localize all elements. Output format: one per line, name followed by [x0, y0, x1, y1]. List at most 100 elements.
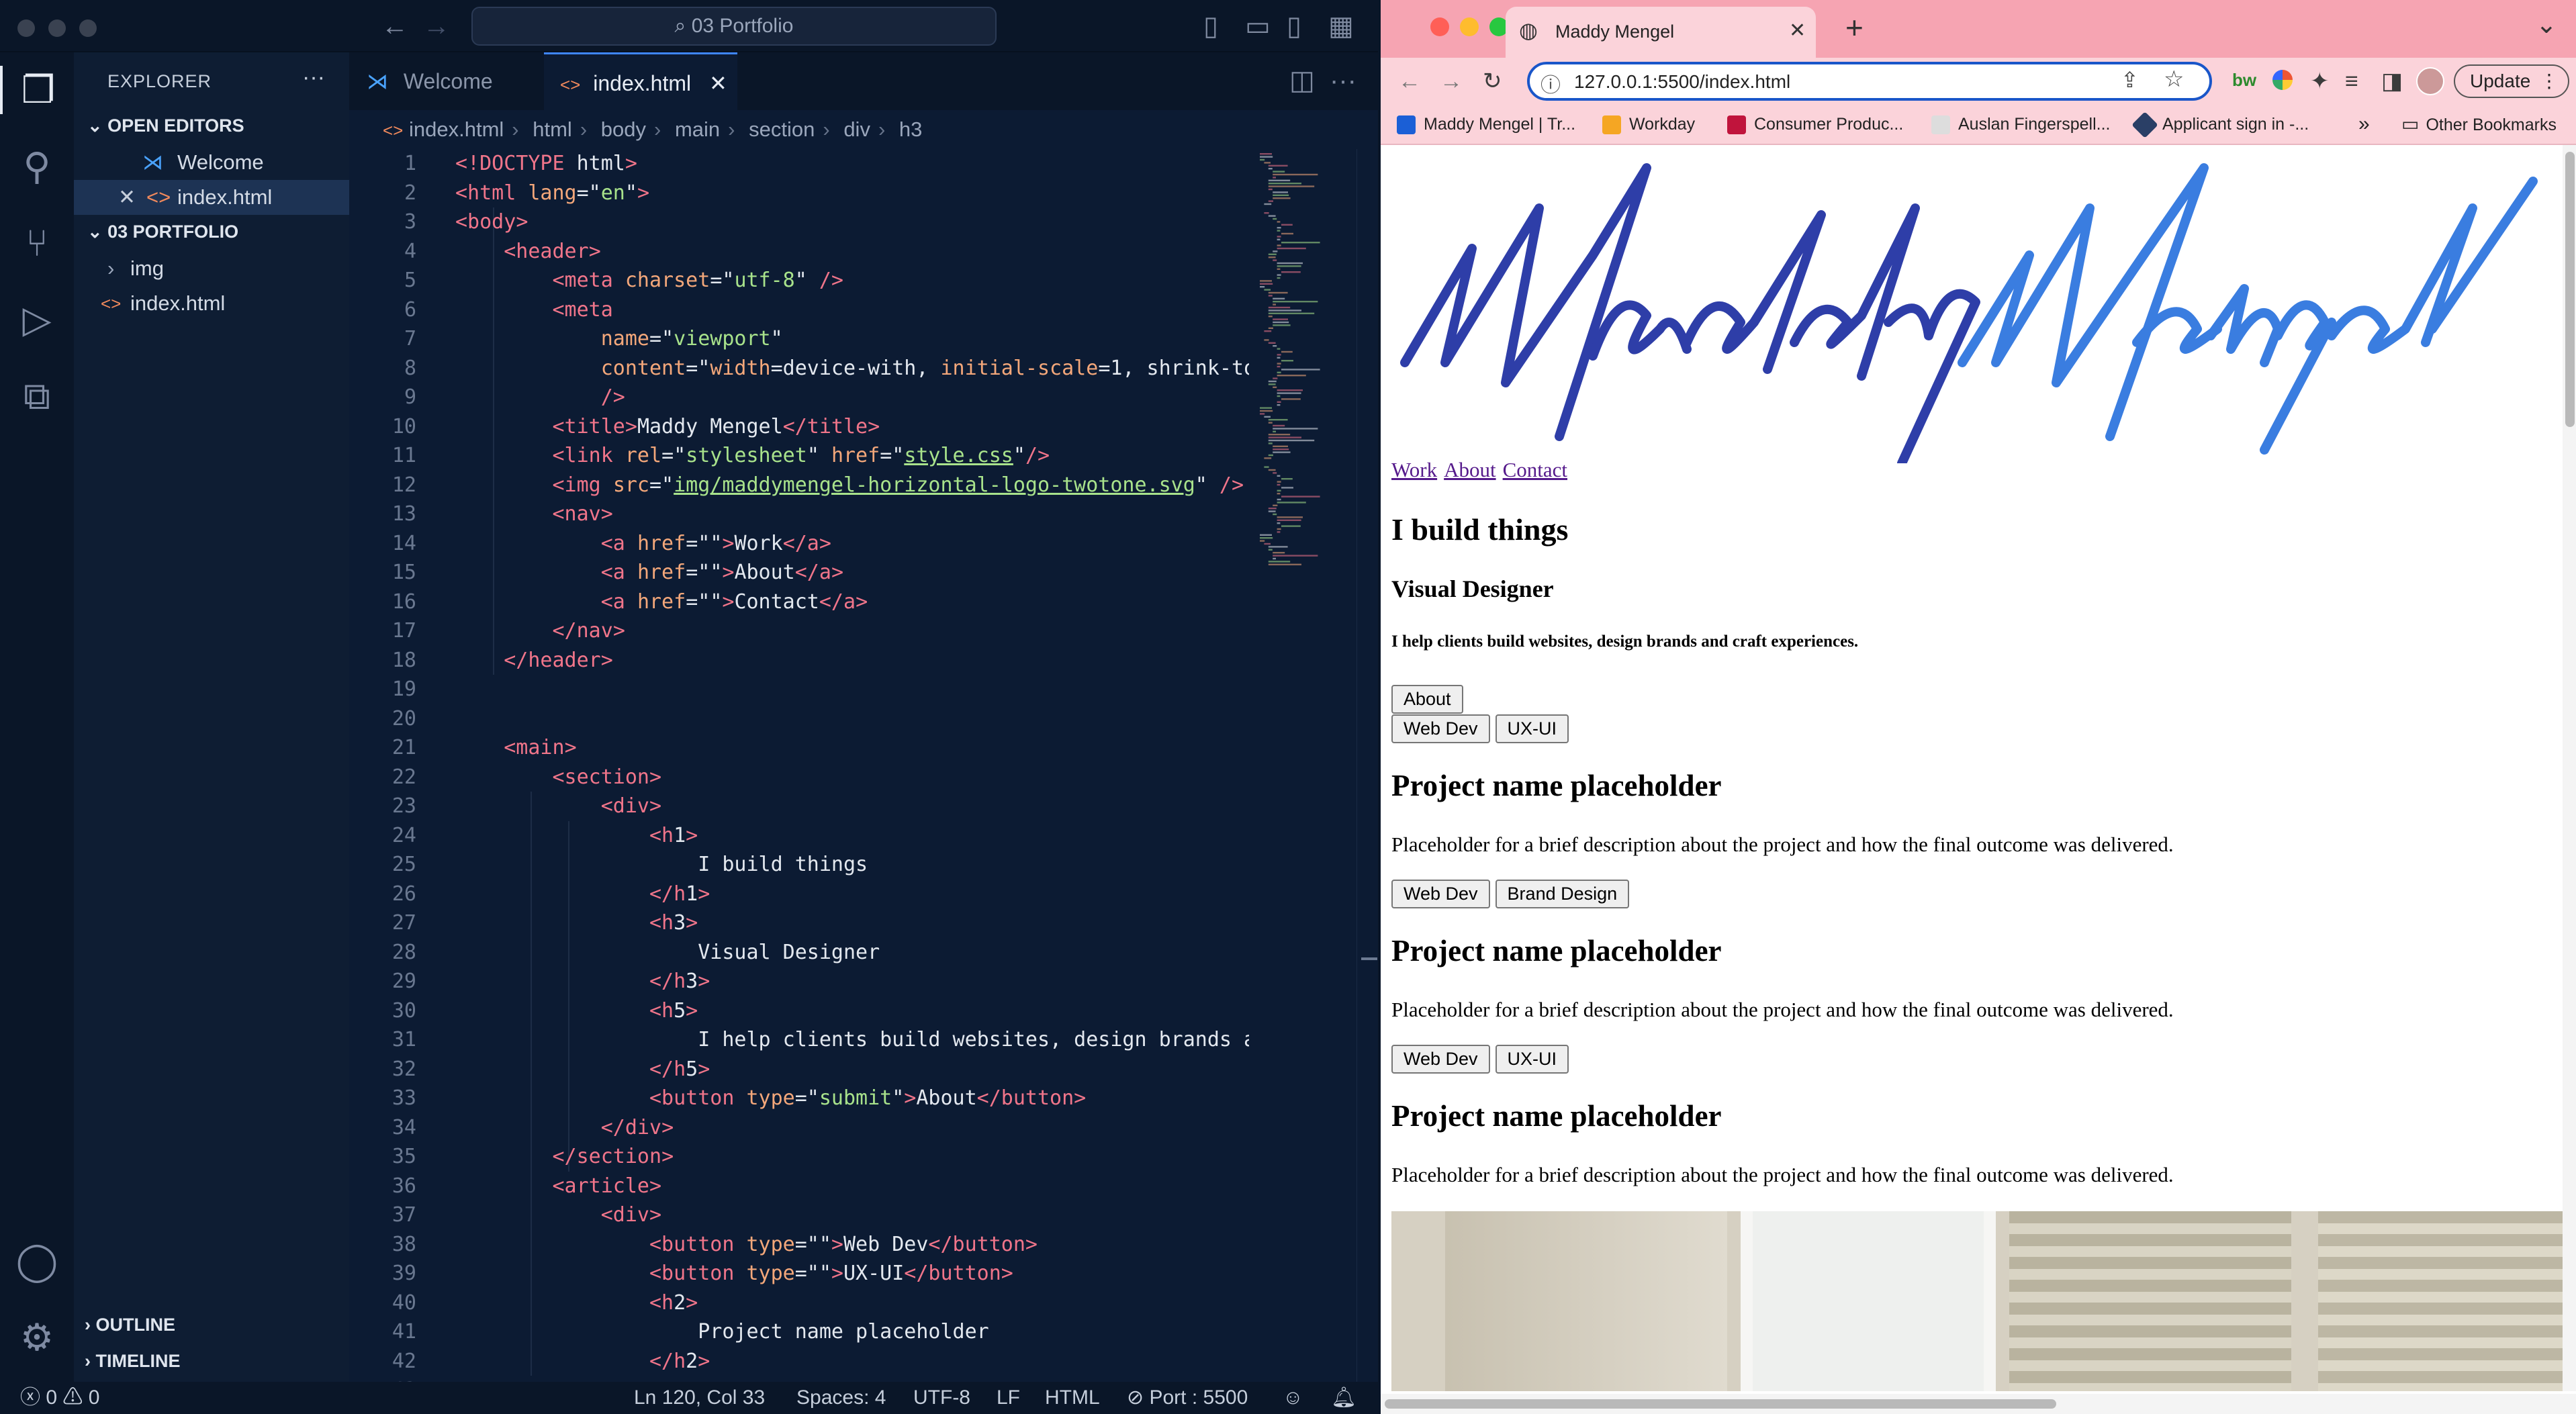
problems-indicator[interactable]: ⓧ 0 ⚠ 0 — [20, 1382, 99, 1414]
source-control-icon[interactable]: ⑂ — [0, 219, 74, 267]
breadcrumb-item[interactable]: h3 — [899, 117, 922, 141]
search-icon[interactable]: ⚲ — [0, 142, 74, 191]
breadcrumb-item[interactable]: html — [533, 117, 572, 141]
more-actions-icon[interactable]: ··· — [1330, 67, 1356, 94]
breadcrumb-item[interactable]: div — [843, 117, 870, 141]
forward-arrow-icon[interactable]: → — [1440, 58, 1463, 105]
forward-arrow-icon[interactable]: → — [423, 13, 450, 40]
minimap-line — [1264, 339, 1269, 341]
side-panel-icon[interactable]: ◨ — [2381, 58, 2403, 105]
open-editor-index-html[interactable]: ✕ <> index.html — [74, 180, 349, 215]
bookmark-folder[interactable]: ▭ Other Bookmarks — [2401, 105, 2557, 144]
nav-link-contact[interactable]: Contact — [1503, 458, 1567, 481]
close-tab-icon[interactable]: ✕ — [709, 71, 727, 95]
tag-button[interactable]: Brand Design — [1495, 880, 1630, 908]
close-tab-icon[interactable]: ✕ — [1789, 19, 1806, 42]
tree-file-index-html[interactable]: <> index.html — [74, 286, 349, 321]
update-button[interactable]: Update ⋮ — [2454, 64, 2569, 98]
scroll-thumb[interactable] — [1385, 1399, 2056, 1409]
browser-tab-active[interactable]: ◍ Maddy Mengel ✕ — [1506, 7, 1816, 58]
page-horizontal-scrollbar[interactable] — [1381, 1394, 2576, 1414]
profile-avatar[interactable] — [2416, 67, 2444, 95]
minimap-line — [1268, 215, 1276, 217]
open-editors-section[interactable]: ⌄ OPEN EDITORS — [87, 115, 244, 136]
address-bar[interactable]: ⓘ 127.0.0.1:5500/index.html ⇪ ☆ — [1527, 62, 2212, 101]
tag-button[interactable]: UX-UI — [1495, 1045, 1569, 1074]
back-arrow-icon[interactable]: ← — [381, 13, 408, 40]
tree-folder-img[interactable]: › img — [74, 251, 349, 286]
breadcrumb-item[interactable]: main — [675, 117, 720, 141]
bookmark-item[interactable]: Consumer Produc... — [1727, 105, 1903, 144]
share-icon[interactable]: ⇪ — [2121, 67, 2139, 93]
tab-index-html[interactable]: <> index.html ✕ — [544, 52, 737, 110]
split-editor-icon[interactable]: ◫ — [1289, 67, 1315, 94]
tag-button[interactable]: Web Dev — [1391, 714, 1490, 743]
nav-link-about[interactable]: About — [1444, 458, 1496, 481]
more-actions-icon[interactable]: ··· — [302, 64, 325, 91]
account-icon[interactable]: ◯ — [0, 1237, 74, 1285]
extension-bw[interactable]: bw — [2232, 70, 2256, 91]
code-editor[interactable]: 1 <!DOCTYPE html> 2 <html lang="en"> 3 <body>… — [349, 149, 1249, 1382]
explorer-files-icon[interactable]: ❐ — [0, 66, 74, 114]
toggle-sidebar-icon[interactable]: ▯ — [1203, 13, 1218, 40]
minimap-line — [1260, 280, 1272, 282]
close-window-button[interactable] — [17, 19, 35, 37]
tab-search-chevron-icon[interactable]: ⌄ — [2536, 9, 2557, 40]
reading-list-icon[interactable]: ≡ — [2345, 58, 2358, 105]
bookmark-item[interactable]: Applicant sign in -... — [2131, 105, 2309, 144]
tag-button[interactable]: Web Dev — [1391, 1045, 1490, 1074]
minimap-line — [1273, 194, 1289, 196]
customize-layout-icon[interactable]: ▦ — [1328, 13, 1354, 40]
breadcrumb-item[interactable]: section — [749, 117, 815, 141]
outline-section[interactable]: › OUTLINE — [85, 1315, 175, 1335]
open-editor-welcome[interactable]: ⋊ Welcome — [74, 145, 349, 180]
toggle-secondary-sidebar-icon[interactable]: ▯ — [1287, 13, 1301, 40]
indentation-status[interactable]: Spaces: 4 — [796, 1382, 886, 1414]
extensions-puzzle-icon[interactable]: ✦ — [2310, 58, 2330, 105]
reload-icon[interactable]: ↻ — [1483, 58, 1502, 105]
encoding-status[interactable]: UTF-8 — [913, 1382, 970, 1414]
timeline-title: TIMELINE — [95, 1351, 181, 1371]
line-number: 1 — [404, 152, 416, 175]
minimize-window-button[interactable] — [1460, 17, 1479, 36]
minimap-line — [1273, 449, 1289, 451]
bookmark-item[interactable]: Workday — [1602, 105, 1695, 144]
notifications-bell-icon[interactable]: 🔔︎ — [1331, 1382, 1356, 1414]
nav-link-work[interactable]: Work — [1391, 458, 1437, 481]
bookmark-item[interactable]: Maddy Mengel | Tr... — [1397, 105, 1575, 144]
minimap-line — [1277, 230, 1281, 232]
bookmark-item[interactable]: Auslan Fingerspell... — [1931, 105, 2111, 144]
tag-button[interactable]: UX-UI — [1495, 714, 1569, 743]
about-button[interactable]: About — [1391, 685, 1463, 714]
toggle-panel-icon[interactable]: ▭ — [1245, 13, 1271, 40]
feedback-icon[interactable]: ☺ — [1283, 1382, 1303, 1414]
timeline-section[interactable]: › TIMELINE — [85, 1351, 181, 1372]
maximize-window-button[interactable] — [79, 19, 97, 37]
run-debug-icon[interactable]: ▷ — [0, 295, 74, 344]
cursor-position[interactable]: Ln 120, Col 33 — [634, 1382, 765, 1414]
command-center-search[interactable]: ⌕ 03 Portfolio — [471, 7, 997, 46]
close-window-button[interactable] — [1430, 17, 1449, 36]
minimap[interactable] — [1249, 149, 1356, 619]
bookmark-star-icon[interactable]: ☆ — [2164, 66, 2184, 93]
live-server-port[interactable]: ⊘ Port : 5500 — [1127, 1382, 1248, 1414]
tab-welcome[interactable]: ⋊ Welcome — [349, 52, 544, 110]
extensions-icon[interactable]: ⧉ — [0, 372, 74, 420]
folder-section[interactable]: ⌄ 03 PORTFOLIO — [87, 222, 238, 242]
bookmarks-overflow-icon[interactable]: » — [2358, 105, 2370, 144]
new-tab-button[interactable]: + — [1845, 9, 1864, 46]
breadcrumb-item[interactable]: index.html — [409, 117, 504, 141]
tag-button[interactable]: Web Dev — [1391, 880, 1490, 908]
editor-scrollbar[interactable] — [1356, 149, 1378, 1382]
eol-status[interactable]: LF — [997, 1382, 1020, 1414]
scroll-thumb[interactable] — [2565, 152, 2575, 427]
page-vertical-scrollbar[interactable] — [2563, 145, 2576, 1391]
minimize-window-button[interactable] — [48, 19, 66, 37]
back-arrow-icon[interactable]: ← — [1398, 58, 1421, 105]
settings-gear-icon[interactable]: ⚙ — [0, 1313, 74, 1362]
breadcrumb-item[interactable]: body — [601, 117, 646, 141]
close-editor-icon[interactable]: ✕ — [118, 180, 136, 215]
language-status[interactable]: HTML — [1045, 1382, 1100, 1414]
info-icon[interactable]: ⓘ — [1540, 68, 1561, 98]
color-picker-extension-icon[interactable] — [2272, 70, 2293, 90]
